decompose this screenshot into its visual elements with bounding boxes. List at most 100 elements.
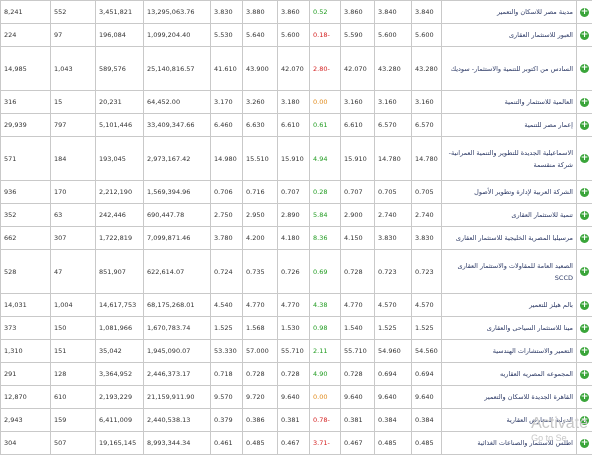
add-button[interactable]: + [576,0,592,24]
cell-high: 3.180 [277,90,310,114]
cell-volume: 35,042 [95,339,144,363]
cell-price: 3.160 [411,90,442,114]
table-row: 8,241 552 3,451,821 13,295,063.76 3.830 3.880… [0,0,592,24]
cell-low: 6.630 [242,113,278,137]
add-button[interactable]: + [576,23,592,47]
cell-volume: 196,084 [95,23,144,47]
cell-trades: 1,004 [50,293,96,317]
plus-circle-icon[interactable]: + [580,210,589,220]
stocks-table: 8,241 552 3,451,821 13,295,063.76 3.830 3.880… [0,0,592,455]
table-row: 936 170 2,212,190 1,569,394.96 0.706 0.716 0.7… [0,180,592,204]
plus-circle-icon[interactable]: + [580,233,589,243]
cell-extra: 571 [0,136,51,181]
plus-circle-icon[interactable]: + [580,30,589,40]
add-button[interactable]: + [576,113,592,137]
company-name-link[interactable]: التعمير والاستشارات الهندسية [441,339,577,363]
cell-volume: 3,364,952 [95,362,144,386]
cell-last: 3.170 [210,90,243,114]
add-button[interactable]: + [576,136,592,181]
cell-low: 1.568 [242,316,278,340]
plus-circle-icon[interactable]: + [580,97,589,107]
watermark-line1: Activate [531,415,588,432]
company-name-link[interactable]: الشركة العربية لإدارة وتطوير الأصول [441,180,577,204]
plus-circle-icon[interactable]: + [580,7,589,17]
cell-high: 6.610 [277,113,310,137]
cell-value: 1,945,090.07 [143,339,211,363]
add-button[interactable]: + [576,385,592,409]
add-button[interactable]: + [576,249,592,294]
plus-circle-icon[interactable]: + [580,187,589,197]
cell-prev: 5.590 [340,23,375,47]
company-name-link[interactable]: العبور للاستثمار العقارى [441,23,577,47]
plus-circle-icon[interactable]: + [580,154,589,163]
cell-extra: 1,310 [0,339,51,363]
company-name-link[interactable]: بالم هيلز للتعمير [441,293,577,317]
company-name-link[interactable]: تنمية للاستثمار العقارى [441,203,577,227]
add-button[interactable]: + [576,46,592,91]
cell-volume: 1,722,819 [95,226,144,250]
company-name-link[interactable]: الاسماعيلية الجديدة للتطوير والتنمية الع… [441,136,577,181]
cell-price: 3.840 [411,0,442,24]
cell-value: 33,409,347.66 [143,113,211,137]
plus-circle-icon[interactable]: + [580,346,589,356]
cell-change: 5.84 [309,203,341,227]
cell-prev: 6.610 [340,113,375,137]
add-button[interactable]: + [576,226,592,250]
cell-change: 0.52 [309,0,341,24]
cell-prev: 4.770 [340,293,375,317]
cell-value: 1,099,204.40 [143,23,211,47]
cell-value: 2,973,167.42 [143,136,211,181]
cell-trades: 184 [50,136,96,181]
table-row: 14,985 1,043 589,576 25,140,816.57 41.610 43.… [0,46,592,91]
cell-change: 0.69 [309,249,341,294]
cell-open: 3.160 [374,90,412,114]
company-name-link[interactable]: مينا للاستثمار السياحى والعقارى [441,316,577,340]
cell-high: 9.640 [277,385,310,409]
cell-price: 0.705 [411,180,442,204]
cell-low: 2.950 [242,203,278,227]
cell-volume: 14,617,753 [95,293,144,317]
add-button[interactable]: + [576,339,592,363]
cell-volume: 242,446 [95,203,144,227]
add-button[interactable]: + [576,362,592,386]
add-button[interactable]: + [576,293,592,317]
company-name-link[interactable]: السادس من اكتوبر للتنمية والاستثمار- سود… [441,46,577,91]
company-name-link[interactable]: العالمية للاستثمار والتنمية [441,90,577,114]
company-name-link[interactable]: القاهرة الجديدة للاسكان والتعمير [441,385,577,409]
plus-circle-icon[interactable]: + [580,64,589,73]
cell-change: 4.90 [309,362,341,386]
company-name-link[interactable]: مدينة مصر للاسكان والتعمير [441,0,577,24]
company-name-link[interactable]: الصعيد العامة للمقاولات والاستثمار العقا… [441,249,577,294]
plus-circle-icon[interactable]: + [580,323,589,333]
cell-prev: 0.728 [340,249,375,294]
plus-circle-icon[interactable]: + [580,369,589,379]
company-name-link[interactable]: المجموعه المصريه العقاريه [441,362,577,386]
cell-extra: 936 [0,180,51,204]
cell-trades: 307 [50,226,96,250]
cell-prev: 2.900 [340,203,375,227]
cell-volume: 19,165,145 [95,431,144,455]
cell-price: 4.570 [411,293,442,317]
plus-circle-icon[interactable]: + [580,120,589,130]
cell-extra: 8,241 [0,0,51,24]
add-button[interactable]: + [576,90,592,114]
cell-extra: 29,939 [0,113,51,137]
company-name-link[interactable]: مرسيليا المصرية الخليجية للاستثمار العقا… [441,226,577,250]
cell-value: 2,440,538.13 [143,408,211,432]
add-button[interactable]: + [576,316,592,340]
cell-change: 2.80- [309,46,341,91]
cell-high: 42.070 [277,46,310,91]
add-button[interactable]: + [576,203,592,227]
cell-prev: 0.728 [340,362,375,386]
cell-high: 0.381 [277,408,310,432]
cell-extra: 14,031 [0,293,51,317]
plus-circle-icon[interactable]: + [580,300,589,310]
cell-volume: 2,212,190 [95,180,144,204]
plus-circle-icon[interactable]: + [580,267,589,276]
plus-circle-icon[interactable]: + [580,392,589,402]
cell-price: 5.600 [411,23,442,47]
activate-watermark: Activate Go to Se [531,415,588,445]
table-row: 12,870 610 2,193,229 21,159,911.90 9.570 9.72… [0,385,592,409]
company-name-link[interactable]: إعمار مصر للتنمية [441,113,577,137]
add-button[interactable]: + [576,180,592,204]
